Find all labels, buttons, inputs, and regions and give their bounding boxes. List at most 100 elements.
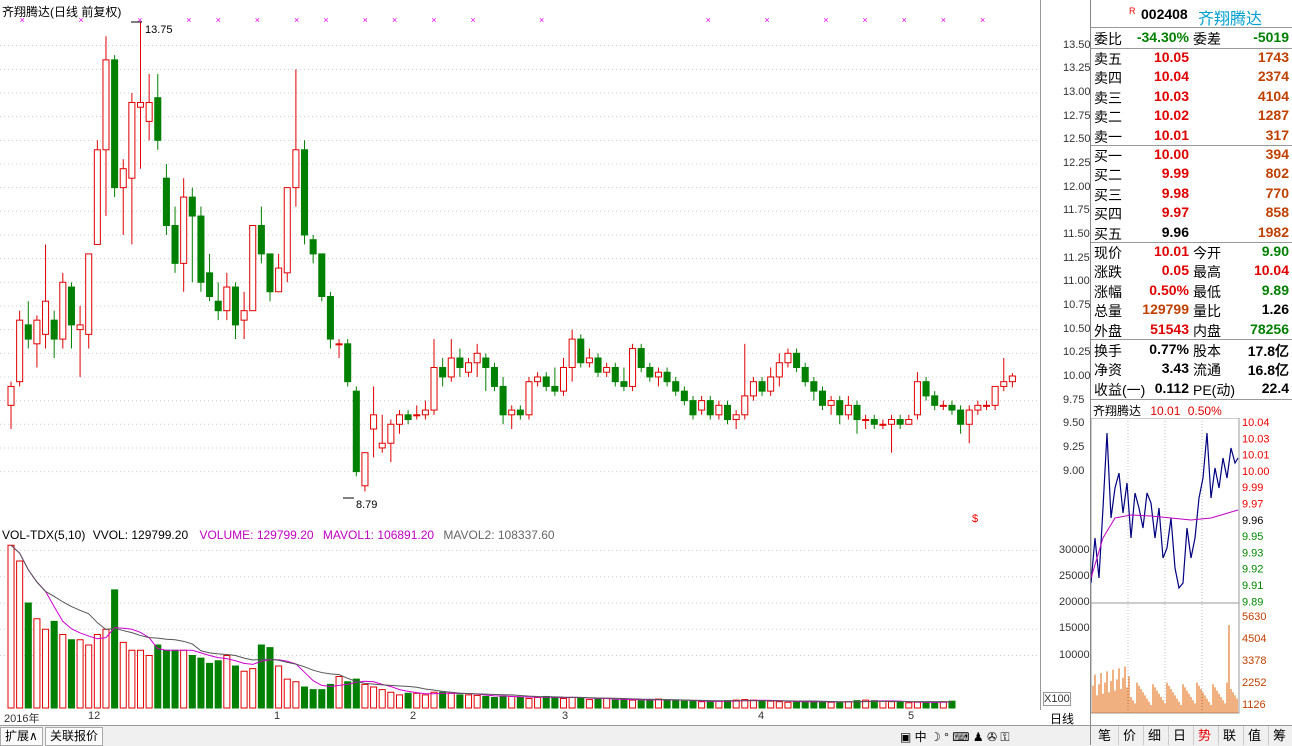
price-tick-label: 13.25 <box>1063 62 1091 75</box>
price-tick-label: 9.75 <box>1063 393 1085 406</box>
right-tab-4[interactable]: 势 <box>1191 726 1219 745</box>
toolbar-icons[interactable]: ▣ 中 ☽ ° ⌨ ♟ ✇ ⚿ <box>900 728 1010 745</box>
volume-bar <box>283 678 291 709</box>
volume-bar <box>206 662 214 709</box>
bid-row[interactable]: 买五 9.96 1982 <box>1091 224 1292 243</box>
price-tick-label: 9.50 <box>1063 417 1085 430</box>
ask-row[interactable]: 卖四 10.04 2374 <box>1091 68 1292 87</box>
mini-price-tick: 9.89 <box>1242 596 1263 608</box>
volume-bar <box>680 700 688 709</box>
volume-bar <box>249 668 257 709</box>
volume-bar <box>490 697 498 709</box>
candle <box>33 315 41 368</box>
tab-expand[interactable]: 扩展∧ <box>0 727 43 746</box>
volume-bar <box>827 701 835 709</box>
candle <box>706 395 714 420</box>
candle <box>732 410 740 430</box>
right-tab-3[interactable]: 日 <box>1166 726 1194 745</box>
price-tick-label: 11.25 <box>1063 251 1090 264</box>
volume-plot[interactable] <box>0 525 1040 710</box>
volume-bar <box>7 544 15 709</box>
candle <box>145 74 153 141</box>
volume-bar <box>421 694 429 709</box>
volume-bar <box>136 649 145 709</box>
mini-price-tick: 9.96 <box>1242 515 1263 527</box>
volume-bar <box>465 694 473 709</box>
price-tick-label: 9.00 <box>1063 464 1085 477</box>
volume-bar <box>706 701 714 709</box>
volume-bar <box>275 665 283 709</box>
mini-price-tick: 10.01 <box>1242 450 1270 462</box>
candle <box>594 353 602 377</box>
candle <box>318 253 326 302</box>
volume-bar <box>16 560 24 709</box>
stat-row: 涨跌 0.05 最高 10.04 <box>1094 262 1289 281</box>
right-tab-2[interactable]: 细 <box>1141 726 1169 745</box>
volume-bar <box>594 698 602 709</box>
ask-row[interactable]: 卖二 10.02 1287 <box>1091 107 1292 126</box>
volume-bar <box>378 689 386 709</box>
candle <box>853 400 861 434</box>
date-label: 1 <box>274 710 281 722</box>
mini-price-tick: 9.92 <box>1242 564 1263 576</box>
price-tick-label: 10.75 <box>1063 298 1091 311</box>
candle <box>715 400 723 420</box>
candle <box>577 334 585 368</box>
volume-bar <box>93 634 101 709</box>
mini-price-tick: 10.03 <box>1242 433 1270 445</box>
candlestick-plot[interactable]: × × × × × × × × × × × × × × × × × × × ×13.758.79$ <box>0 0 1040 525</box>
tab-related-quote[interactable]: 关联报价 <box>45 727 104 746</box>
volume-bar <box>516 697 524 709</box>
candle <box>542 372 550 392</box>
volume-bar <box>551 696 559 709</box>
volume-bar <box>801 701 809 709</box>
volume-bar <box>188 655 196 709</box>
candle <box>240 291 248 340</box>
candle <box>758 376 766 396</box>
ask-row[interactable]: 卖五 10.05 1743 <box>1091 49 1292 68</box>
candle <box>154 74 162 150</box>
bid-row[interactable]: 买二 9.99 802 <box>1091 165 1292 184</box>
candle <box>931 391 939 411</box>
kline-chart-area[interactable]: 齐翔腾达(日线 前复权) × × × × × × × × × × × × × × × × × × × × 13.75 8.… <box>0 0 1091 726</box>
date-label: 3 <box>562 710 569 722</box>
ask-row[interactable]: 卖三 10.03 4104 <box>1091 88 1292 107</box>
volume-bar <box>404 692 412 709</box>
signal-marker: × <box>539 15 544 25</box>
price-tick-label: 13.00 <box>1063 85 1091 98</box>
volume-bar <box>42 628 50 709</box>
right-tab-7[interactable]: 筹 <box>1266 726 1292 745</box>
intraday-mini-chart[interactable]: 10.04 10.03 10.01 10.00 9.99 9.97 9.96 9.95 9.93… <box>1091 418 1292 723</box>
bid-row[interactable]: 买一 10.00 394 <box>1091 146 1292 165</box>
candle <box>439 358 447 387</box>
volume-bar <box>672 700 680 709</box>
candle <box>482 353 490 392</box>
right-tab-1[interactable]: 价 <box>1116 726 1144 745</box>
candle <box>223 272 231 321</box>
candle <box>801 362 809 387</box>
bid-row[interactable]: 买三 9.98 770 <box>1091 185 1292 204</box>
volume-bar <box>603 698 611 709</box>
volume-bar <box>793 701 801 709</box>
volume-bar <box>292 681 300 709</box>
vol-tick-label: 30000 <box>1059 543 1090 556</box>
candle <box>810 376 818 401</box>
right-tab-6[interactable]: 值 <box>1241 726 1269 745</box>
bid-row[interactable]: 买四 9.97 858 <box>1091 204 1292 223</box>
ask-row[interactable]: 卖一 10.01 317 <box>1091 127 1292 146</box>
volume-bar <box>361 683 369 709</box>
candle <box>119 159 127 235</box>
candle <box>7 381 15 430</box>
candle <box>551 367 559 396</box>
signal-marker: × <box>392 15 397 25</box>
candle <box>76 305 84 377</box>
volume-bar <box>413 692 421 709</box>
candle <box>301 140 309 245</box>
right-tab-0[interactable]: 笔 <box>1091 726 1119 745</box>
stock-name: 齐翔腾达 <box>1198 11 1263 28</box>
mini-vol-tick: 4504 <box>1242 633 1266 645</box>
right-tab-5[interactable]: 联 <box>1216 726 1244 745</box>
candle <box>827 395 835 415</box>
low-marker: 8.79 <box>356 499 377 511</box>
volume-bar <box>931 701 939 709</box>
